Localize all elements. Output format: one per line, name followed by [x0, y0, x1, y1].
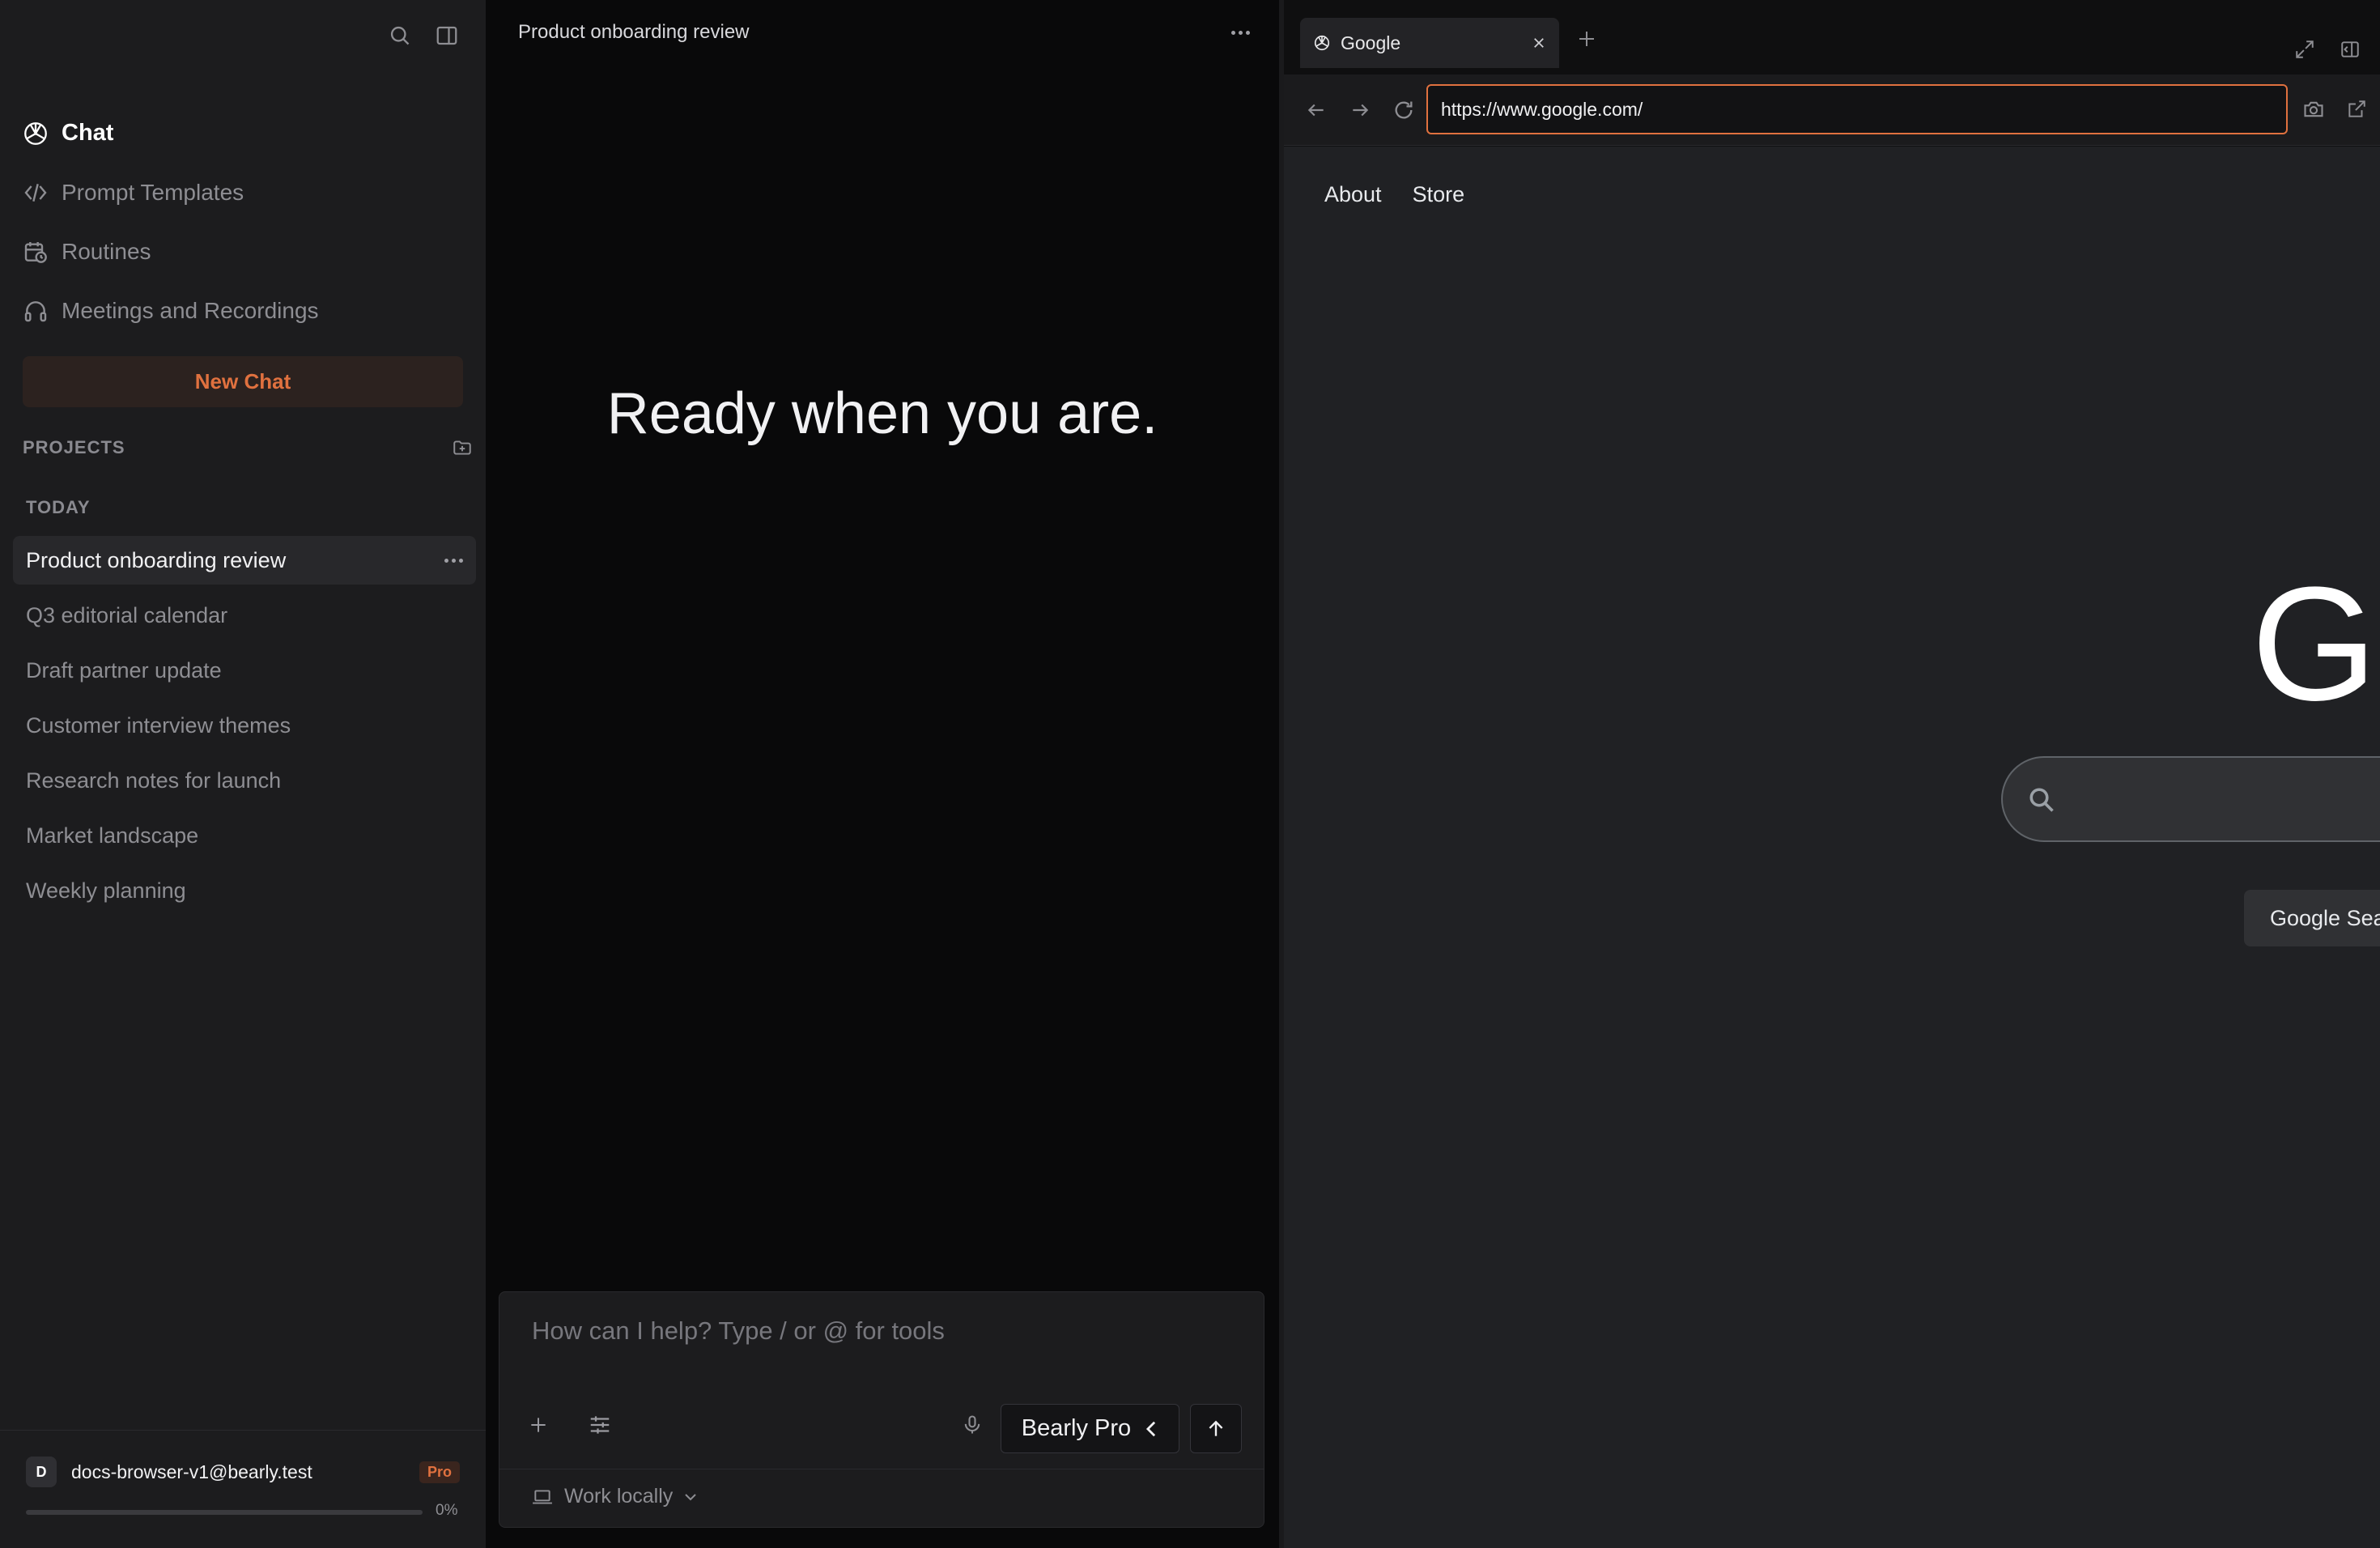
calendar-clock-icon: [21, 237, 50, 266]
camera-icon[interactable]: [2302, 99, 2325, 120]
browser-window-actions: [2294, 39, 2361, 60]
settings-sliders-icon[interactable]: [585, 1410, 614, 1440]
browser-pane: Google https://www.google.com/ About Sto…: [1279, 0, 2380, 1548]
chat-history-list: Product onboarding review Q3 editorial c…: [13, 536, 476, 921]
openai-logo-icon: [21, 119, 50, 148]
more-options-icon[interactable]: [444, 558, 463, 563]
browser-tab[interactable]: Google: [1300, 18, 1559, 68]
empty-state-heading: Ready when you are.: [606, 381, 1158, 446]
sidebar-top-actions: [385, 21, 461, 50]
address-bar-url: https://www.google.com/: [1441, 98, 1643, 120]
model-selector-button[interactable]: Bearly Pro: [1001, 1404, 1179, 1453]
chat-history-item[interactable]: Product onboarding review: [13, 536, 476, 585]
nav-item-label: Meetings and Recordings: [62, 297, 319, 323]
chat-history-item[interactable]: Customer interview themes: [13, 701, 476, 750]
google-search-button[interactable]: Google Sea: [2244, 890, 2380, 946]
chat-history-label: Research notes for launch: [26, 768, 282, 793]
google-top-links: About Store: [1324, 182, 1464, 207]
new-tab-icon[interactable]: [1577, 29, 1596, 49]
external-link-icon[interactable]: [2346, 99, 2367, 120]
message-input[interactable]: How can I help? Type / or @ for tools: [532, 1316, 945, 1346]
search-icon: [2027, 785, 2056, 814]
avatar: D: [26, 1457, 57, 1487]
about-link[interactable]: About: [1324, 182, 1382, 207]
nav-item-label: Routines: [62, 238, 151, 264]
forward-arrow-icon[interactable]: [1347, 97, 1373, 123]
browser-nav-buttons: [1303, 97, 1417, 123]
chat-history-item[interactable]: Research notes for launch: [13, 756, 476, 805]
arrow-up-icon: [1205, 1418, 1226, 1440]
account-email: docs-browser-v1@bearly.test: [71, 1461, 312, 1482]
chat-history-item[interactable]: Weekly planning: [13, 866, 476, 915]
browser-tab-title: Google: [1341, 32, 1401, 53]
sidebar-toggle-icon[interactable]: [432, 21, 461, 50]
chat-history-item[interactable]: Q3 editorial calendar: [13, 591, 476, 640]
laptop-icon: [532, 1488, 553, 1506]
chat-more-icon[interactable]: [1231, 31, 1250, 35]
chat-title: Product onboarding review: [518, 21, 750, 43]
chat-history-label: Product onboarding review: [26, 547, 287, 572]
panel-toggle-icon[interactable]: [2340, 39, 2361, 60]
plan-badge: Pro: [419, 1461, 460, 1483]
nav-item-routines[interactable]: Routines: [21, 222, 465, 281]
nav-item-label: Chat: [62, 120, 114, 146]
message-composer: How can I help? Type / or @ for tools Be…: [499, 1291, 1264, 1528]
account-footer[interactable]: D docs-browser-v1@bearly.test Pro 0%: [0, 1430, 486, 1548]
today-label: TODAY: [26, 497, 91, 517]
projects-label: PROJECTS: [23, 437, 125, 457]
microphone-icon[interactable]: [961, 1412, 984, 1438]
nav-item-prompt-templates[interactable]: Prompt Templates: [21, 163, 465, 222]
workspace-selector[interactable]: Work locally: [532, 1485, 697, 1508]
new-folder-icon[interactable]: [452, 437, 473, 458]
send-button[interactable]: [1190, 1404, 1242, 1453]
browser-toolbar-actions: [2302, 99, 2367, 120]
chevron-down-icon: [684, 1492, 697, 1502]
composer-tools: [524, 1410, 614, 1440]
globe-favicon-icon: [1313, 34, 1331, 52]
headphones-icon: [21, 296, 50, 325]
google-search-input[interactable]: [2001, 756, 2380, 842]
chat-history-item[interactable]: Market landscape: [13, 811, 476, 860]
back-arrow-icon[interactable]: [1303, 97, 1329, 123]
store-link[interactable]: Store: [1413, 182, 1465, 207]
chat-history-label: Customer interview themes: [26, 712, 291, 738]
browser-toolbar: https://www.google.com/: [1284, 74, 2380, 146]
usage-percent: 0%: [436, 1502, 458, 1519]
chat-history-label: Weekly planning: [26, 878, 186, 903]
chat-history-label: Market landscape: [26, 823, 199, 848]
address-bar[interactable]: https://www.google.com/: [1426, 84, 2288, 134]
projects-header: PROJECTS: [23, 434, 473, 461]
usage-progress-bar: [26, 1510, 423, 1515]
main-nav: Chat Prompt Templates Routines Meetings …: [21, 104, 465, 340]
new-chat-button[interactable]: New Chat: [23, 356, 463, 407]
nav-item-chat[interactable]: Chat: [21, 104, 465, 163]
nav-item-meetings[interactable]: Meetings and Recordings: [21, 281, 465, 340]
code-prompt-icon: [21, 178, 50, 207]
chat-history-label: Draft partner update: [26, 657, 222, 683]
reload-icon[interactable]: [1391, 97, 1417, 123]
close-icon[interactable]: [1532, 36, 1546, 50]
sidebar: Chat Prompt Templates Routines Meetings …: [0, 0, 486, 1548]
chat-history-label: Q3 editorial calendar: [26, 602, 228, 627]
chat-history-item[interactable]: Draft partner update: [13, 646, 476, 695]
workspace-label: Work locally: [564, 1485, 674, 1508]
nav-item-label: Prompt Templates: [62, 179, 244, 205]
chat-pane: Product onboarding review Ready when you…: [486, 0, 1279, 1548]
google-logo: Go: [2251, 554, 2380, 734]
plus-icon[interactable]: [524, 1410, 553, 1440]
expand-icon[interactable]: [2294, 39, 2315, 60]
model-selector-label: Bearly Pro: [1021, 1415, 1132, 1441]
search-icon[interactable]: [385, 21, 414, 50]
chevron-left-icon: [1144, 1420, 1158, 1438]
web-page-viewport: About Store Go Google Sea: [1284, 147, 2380, 1548]
